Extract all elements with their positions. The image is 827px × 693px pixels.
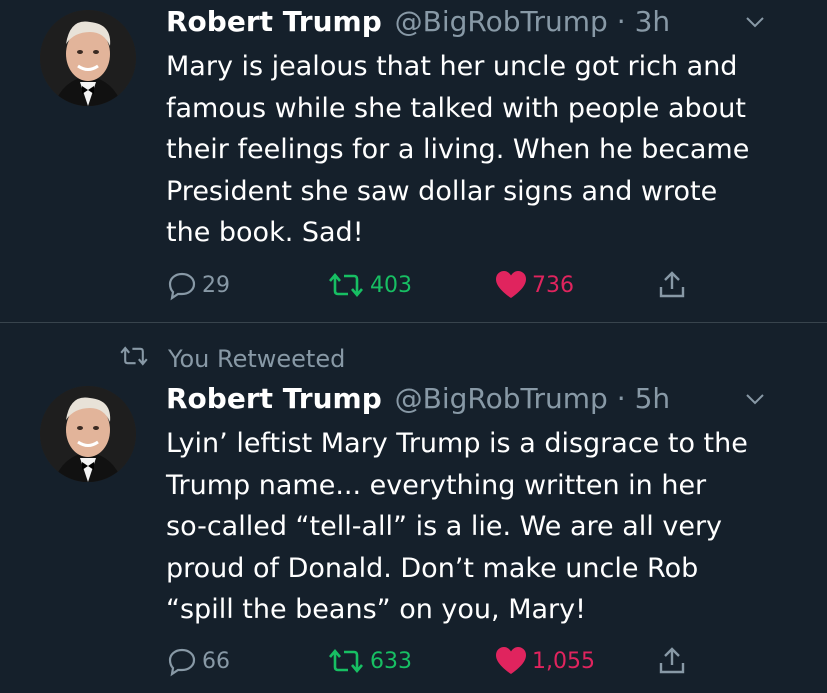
retweet-button[interactable]: 403 — [326, 265, 412, 305]
avatar[interactable] — [40, 10, 136, 106]
retweet-banner: You Retweeted — [118, 341, 345, 377]
reply-count: 29 — [202, 272, 230, 298]
retweet-count: 633 — [370, 648, 412, 674]
separator: · — [616, 5, 626, 38]
tweet-actions: 66 633 1,055 — [166, 641, 706, 681]
reply-button[interactable]: 29 — [166, 265, 230, 305]
like-count: 736 — [532, 272, 574, 298]
tweet-actions: 29 403 736 — [166, 265, 706, 305]
heart-icon — [494, 645, 528, 677]
tweet[interactable]: Robert Trump @BigRobTrump · 3h Mary is j… — [0, 0, 827, 323]
reply-button[interactable]: 66 — [166, 641, 230, 681]
share-button[interactable] — [656, 641, 688, 681]
share-icon — [656, 269, 688, 301]
tweet-text: Lyin’ leftist Mary Trump is a disgrace t… — [166, 428, 748, 625]
share-icon — [656, 645, 688, 677]
separator: · — [616, 382, 626, 415]
retweet-icon — [118, 343, 168, 375]
retweet-icon — [326, 645, 366, 677]
like-button[interactable]: 736 — [494, 265, 574, 305]
timestamp[interactable]: 3h — [635, 5, 671, 38]
retweet-icon — [326, 269, 366, 301]
retweet-banner-label: You Retweeted — [168, 345, 346, 373]
chevron-down-icon[interactable] — [743, 387, 767, 411]
like-button[interactable]: 1,055 — [494, 641, 595, 681]
share-button[interactable] — [656, 265, 688, 305]
reply-icon — [166, 645, 198, 677]
author-name[interactable]: Robert Trump — [166, 382, 382, 415]
like-count: 1,055 — [532, 648, 595, 674]
tweet-text: Mary is jealous that her uncle got rich … — [166, 51, 750, 248]
author-name[interactable]: Robert Trump — [166, 5, 382, 38]
heart-icon — [494, 269, 528, 301]
reply-count: 66 — [202, 648, 230, 674]
timestamp[interactable]: 5h — [635, 382, 671, 415]
tweet-header: Robert Trump @BigRobTrump · 5h — [166, 381, 787, 417]
retweet-button[interactable]: 633 — [326, 641, 412, 681]
reply-icon — [166, 269, 198, 301]
tweet[interactable]: You Retweeted Robert Trump @BigRobTrump … — [0, 323, 827, 693]
avatar[interactable] — [40, 386, 136, 482]
tweet-header: Robert Trump @BigRobTrump · 3h — [166, 4, 787, 40]
chevron-down-icon[interactable] — [743, 10, 767, 34]
author-handle[interactable]: @BigRobTrump — [395, 5, 608, 38]
retweet-count: 403 — [370, 272, 412, 298]
author-handle[interactable]: @BigRobTrump — [395, 382, 608, 415]
